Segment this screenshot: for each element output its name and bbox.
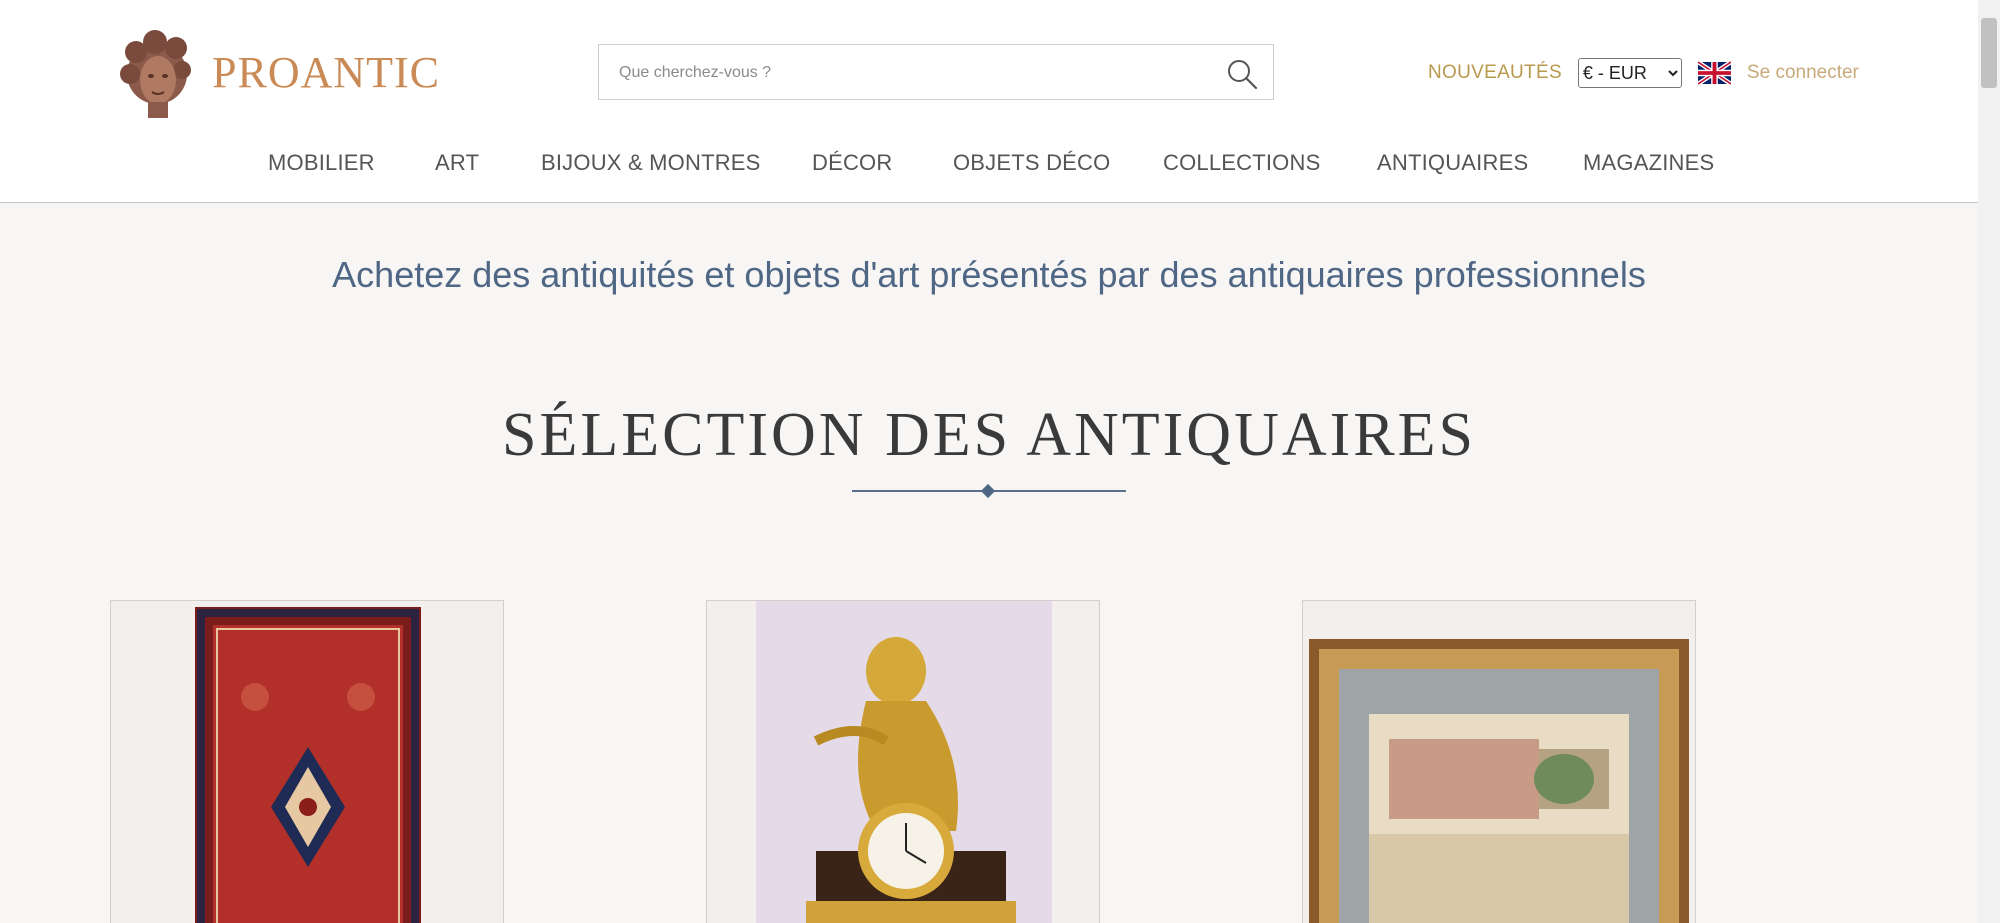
nav-item-bijoux-montres[interactable]: BIJOUX & MONTRES [541,150,761,176]
title-divider-diamond [980,483,996,499]
currency-select[interactable]: € - EUR [1577,58,1682,88]
search-icon[interactable] [1225,57,1259,91]
nav-item-objets-deco[interactable]: OBJETS DÉCO [953,150,1110,176]
uk-flag-icon[interactable] [1697,61,1731,85]
product-card[interactable] [706,600,1100,923]
nav-item-collections[interactable]: COLLECTIONS [1163,150,1320,176]
page-tagline: Achetez des antiquités et objets d'art p… [332,254,1646,295]
search-input[interactable] [617,45,1201,101]
nav-item-art[interactable]: ART [435,150,479,176]
framed-engraving-image [1309,639,1689,923]
product-card[interactable] [1302,600,1696,923]
medusa-head-icon [120,30,191,118]
search-bar [598,44,1274,101]
login-link[interactable]: Se connecter [1747,62,1859,84]
header-utilities: NOUVEAUTÉS € - EUR Se connecter [1428,56,1859,90]
section-title: SÉLECTION DES ANTIQUAIRES [502,401,1476,469]
gilt-bronze-clock-image [756,601,1052,923]
nav-item-mobilier[interactable]: MOBILIER [268,150,375,176]
new-arrivals-link[interactable]: NOUVEAUTÉS [1428,62,1562,84]
nav-item-decor[interactable]: DÉCOR [812,150,892,176]
persian-rug-image [195,607,421,923]
nav-item-antiquaires[interactable]: ANTIQUAIRES [1377,150,1528,176]
scrollbar-thumb[interactable] [1981,18,1997,88]
page-scrollbar[interactable] [1978,0,2000,923]
product-card[interactable] [110,600,504,923]
site-logo[interactable]: PROANTIC [110,22,455,122]
nav-item-magazines[interactable]: MAGAZINES [1583,150,1714,176]
site-header: PROANTIC NOUVEAUTÉS € - EUR Se connecter… [0,0,1978,203]
brand-name: PROANTIC [212,47,441,97]
main-nav: MOBILIER ART BIJOUX & MONTRES DÉCOR OBJE… [108,124,1848,202]
